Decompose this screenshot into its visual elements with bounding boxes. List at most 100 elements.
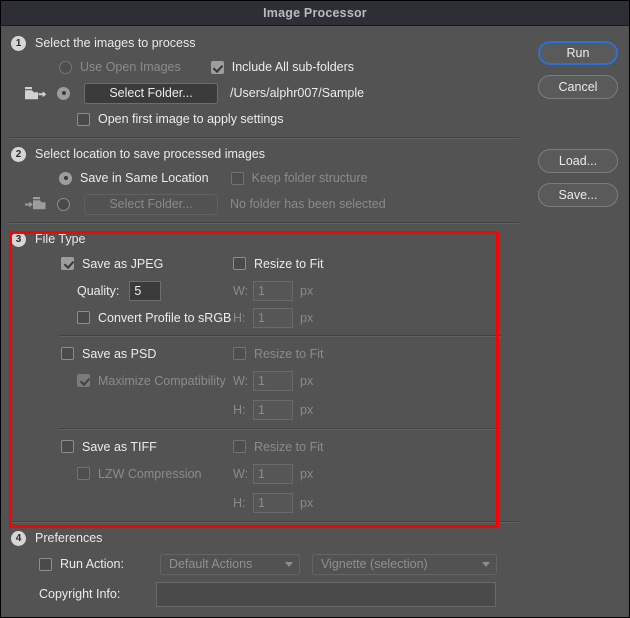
action-name-value: Vignette (selection) [320,557,428,571]
jpeg-save-cell: Save as JPEG [11,257,233,271]
save-as-psd-checkbox[interactable] [61,347,74,360]
jpeg-height-unit: px [300,310,314,325]
open-first-image-checkbox[interactable] [77,112,90,126]
run-action-label: Run Action: [60,557,124,571]
title-bar: Image Processor [1,1,629,26]
section1-header: 1 Select the images to process [11,32,529,54]
copyright-row: Copyright Info: [11,579,529,609]
select-dest-folder-button[interactable]: Select Folder... [84,193,218,215]
jpeg-width-label: W: [233,283,249,298]
cancel-button[interactable]: Cancel [538,75,618,99]
jpeg-srgb-cell: Convert Profile to sRGB [11,311,233,325]
jpeg-width-cell: W: px [233,280,314,301]
no-folder-selected-text: No folder has been selected [230,197,386,211]
jpeg-width-input[interactable] [253,280,293,301]
chevron-down-icon [481,561,490,567]
tiff-resize-cell: Resize to Fit [233,440,323,454]
tiff-width-cell: W: px [233,463,314,484]
tiff-height-label: H: [233,496,246,510]
use-dest-folder-radio[interactable] [57,197,70,211]
chevron-down-icon [284,561,293,567]
action-name-dropdown[interactable]: Vignette (selection) [311,553,497,575]
run-action-checkbox[interactable] [39,557,52,571]
tiff-lzw-cell: LZW Compression [11,467,233,481]
save-as-tiff-checkbox[interactable] [61,440,74,453]
section-preferences: 4 Preferences Run Action: Default Action… [1,527,529,617]
psd-save-cell: Save as PSD [11,347,233,361]
lzw-compression-label: LZW Compression [98,466,202,481]
section2-header: 2 Select location to save processed imag… [11,143,529,165]
jpeg-height-input[interactable] [253,307,293,328]
divider-3 [9,521,519,523]
jpeg-height-label: H: [233,310,246,325]
image-processor-dialog: Image Processor Run Cancel Load... Save.… [0,0,630,618]
section4-title: Preferences [35,531,103,545]
save-same-location-row: Save in Same Location Keep folder struct… [11,165,529,191]
jpeg-quality-input[interactable] [129,280,162,301]
save-as-psd-label: Save as PSD [82,346,157,361]
section1-title: Select the images to process [35,36,196,50]
source-folder-row: Select Folder... /Users/alphr007/Sample [11,80,529,106]
action-set-dropdown[interactable]: Default Actions [159,553,300,575]
maximize-compatibility-checkbox[interactable] [77,374,90,387]
source-folder-path: /Users/alphr007/Sample [230,86,365,100]
psd-resize-to-fit-checkbox[interactable] [233,347,246,360]
jpeg-resize-to-fit-checkbox[interactable] [233,257,246,270]
settings-column: 1 Select the images to process Use Open … [1,26,529,617]
dest-folder-row: Select Folder... No folder has been sele… [11,191,529,217]
keep-folder-structure-checkbox[interactable] [230,171,244,185]
psd-save-row: Save as PSD Resize to Fit [11,340,529,367]
dialog-body: Run Cancel Load... Save... 1 Select the … [1,26,629,617]
tiff-height-input[interactable] [253,493,293,513]
psd-width-label: W: [233,373,249,388]
open-first-image-label: Open first image to apply settings [98,112,284,126]
select-source-folder-button[interactable]: Select Folder... [84,82,218,104]
tiff-height-cell: H: px [233,493,313,513]
tiff-width-unit: px [300,466,314,481]
include-icc-row: Include ICC Profile [11,609,529,617]
jpeg-quality-row: Quality: W: px [11,277,529,304]
jpeg-quality-label: Quality: [77,283,120,298]
section4-header: 4 Preferences [11,527,529,549]
include-subfolders-checkbox[interactable] [210,60,224,74]
psd-height-unit: px [300,403,314,417]
section-save-location: 2 Select location to save processed imag… [1,143,529,217]
section1-number-badge: 1 [11,35,26,51]
jpeg-save-row: Save as JPEG Resize to Fit [11,250,529,277]
section4-number-badge: 4 [11,530,26,546]
lzw-compression-checkbox[interactable] [77,467,90,480]
psd-width-input[interactable] [253,370,293,391]
use-folder-radio[interactable] [57,86,70,100]
tiff-resize-to-fit-checkbox[interactable] [233,440,246,453]
tiff-width-label: W: [233,466,249,481]
save-settings-button[interactable]: Save... [538,183,618,207]
load-button[interactable]: Load... [538,149,618,173]
psd-height-label: H: [233,403,246,417]
tiff-resize-to-fit-label: Resize to Fit [254,439,324,454]
run-button[interactable]: Run [538,41,618,65]
tiff-lzw-row: LZW Compression W: px [11,460,529,487]
copyright-label: Copyright Info: [39,587,121,601]
save-as-jpeg-label: Save as JPEG [82,256,164,271]
convert-profile-srgb-checkbox[interactable] [77,311,90,324]
include-subfolders-label: Include All sub-folders [231,60,355,74]
save-same-location-radio[interactable] [59,171,72,185]
maximize-compatibility-label: Maximize Compatibility [98,373,226,388]
divider-psd-tiff [59,428,501,430]
jpeg-width-unit: px [300,283,314,298]
save-as-tiff-label: Save as TIFF [82,439,157,454]
psd-height-input[interactable] [253,400,293,420]
divider-1 [9,137,519,139]
divider-2 [9,222,519,224]
psd-resize-cell: Resize to Fit [233,347,323,361]
psd-height-row: H: px [11,394,529,426]
section2-title: Select location to save processed images [35,147,265,161]
psd-height-cell: H: px [233,400,313,420]
tiff-width-input[interactable] [253,463,293,484]
tiff-save-cell: Save as TIFF [11,440,233,454]
jpeg-quality-cell: Quality: [11,280,233,301]
save-as-jpeg-checkbox[interactable] [61,257,74,270]
section2-number-badge: 2 [11,146,26,162]
copyright-input[interactable] [156,581,497,607]
use-open-images-radio[interactable] [59,60,72,74]
